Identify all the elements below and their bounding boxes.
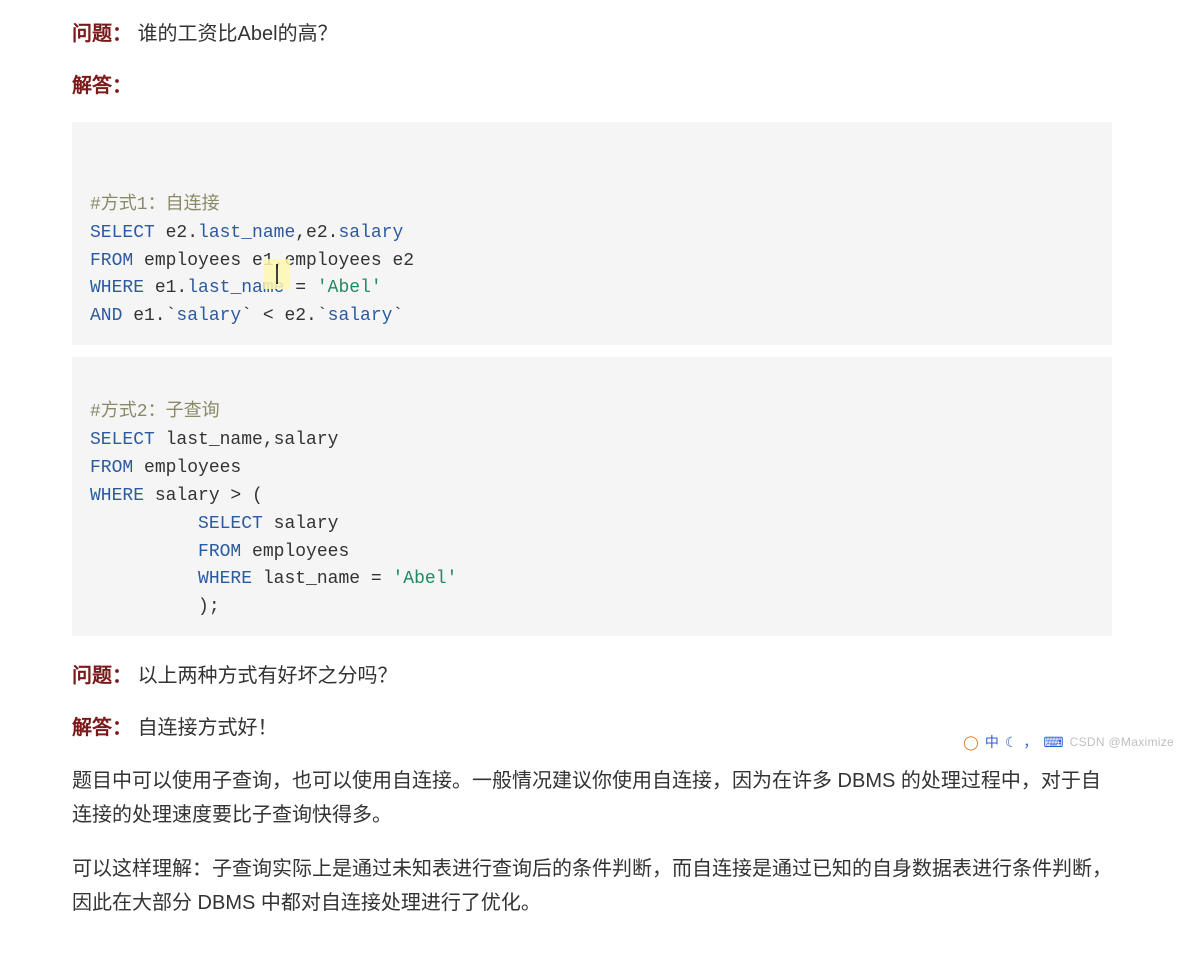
- keyboard-icon[interactable]: ⌨: [1043, 734, 1063, 751]
- code-block-1[interactable]: #方式1：自连接 SELECT e2.last_name,e2.salary F…: [72, 122, 1112, 345]
- question-2-label: 问题：: [72, 665, 132, 687]
- paragraph-1: 题目中可以使用子查询，也可以使用自连接。一般情况建议你使用自连接，因为在许多 D…: [72, 764, 1112, 832]
- paragraph-2: 可以这样理解：子查询实际上是通过未知表进行查询后的条件判断，而自连接是通过已知的…: [72, 852, 1112, 920]
- code-keyword: SELECT: [90, 223, 155, 243]
- answer-2-label: 解答：: [72, 717, 132, 739]
- ime-status-bar: ◯ 中 ☾ ， ⌨ CSDN @Maximize: [959, 730, 1178, 754]
- answer-2-text: 自连接方式好！: [138, 717, 278, 739]
- ime-language-indicator[interactable]: 中: [985, 732, 999, 752]
- ime-ring-icon[interactable]: ◯: [963, 734, 979, 751]
- ime-punct-indicator[interactable]: ，: [1023, 732, 1037, 752]
- watermark-text: CSDN @Maximize: [1070, 735, 1174, 749]
- article-content: 问题： 谁的工资比Abel的高？ 解答： #方式1：自连接 SELECT e2.…: [0, 0, 1184, 960]
- question-1-text: 谁的工资比Abel的高？: [138, 23, 338, 45]
- question-2-text: 以上两种方式有好坏之分吗？: [138, 665, 398, 687]
- text-caret-icon: [276, 264, 278, 284]
- text-cursor-highlight: [264, 259, 290, 289]
- answer-1: 解答：: [72, 70, 1112, 102]
- answer-1-label: 解答：: [72, 75, 132, 97]
- question-1: 问题： 谁的工资比Abel的高？: [72, 18, 1112, 50]
- code-block-2[interactable]: #方式2：子查询 SELECT last_name,salary FROM em…: [72, 357, 1112, 636]
- answer-2: 解答： 自连接方式好！: [72, 712, 1112, 744]
- question-1-label: 问题：: [72, 23, 132, 45]
- code-comment: #方式1：自连接: [90, 195, 220, 215]
- question-2: 问题： 以上两种方式有好坏之分吗？: [72, 660, 1112, 692]
- moon-icon[interactable]: ☾: [1005, 734, 1018, 751]
- code-comment: #方式2：子查询: [90, 402, 220, 422]
